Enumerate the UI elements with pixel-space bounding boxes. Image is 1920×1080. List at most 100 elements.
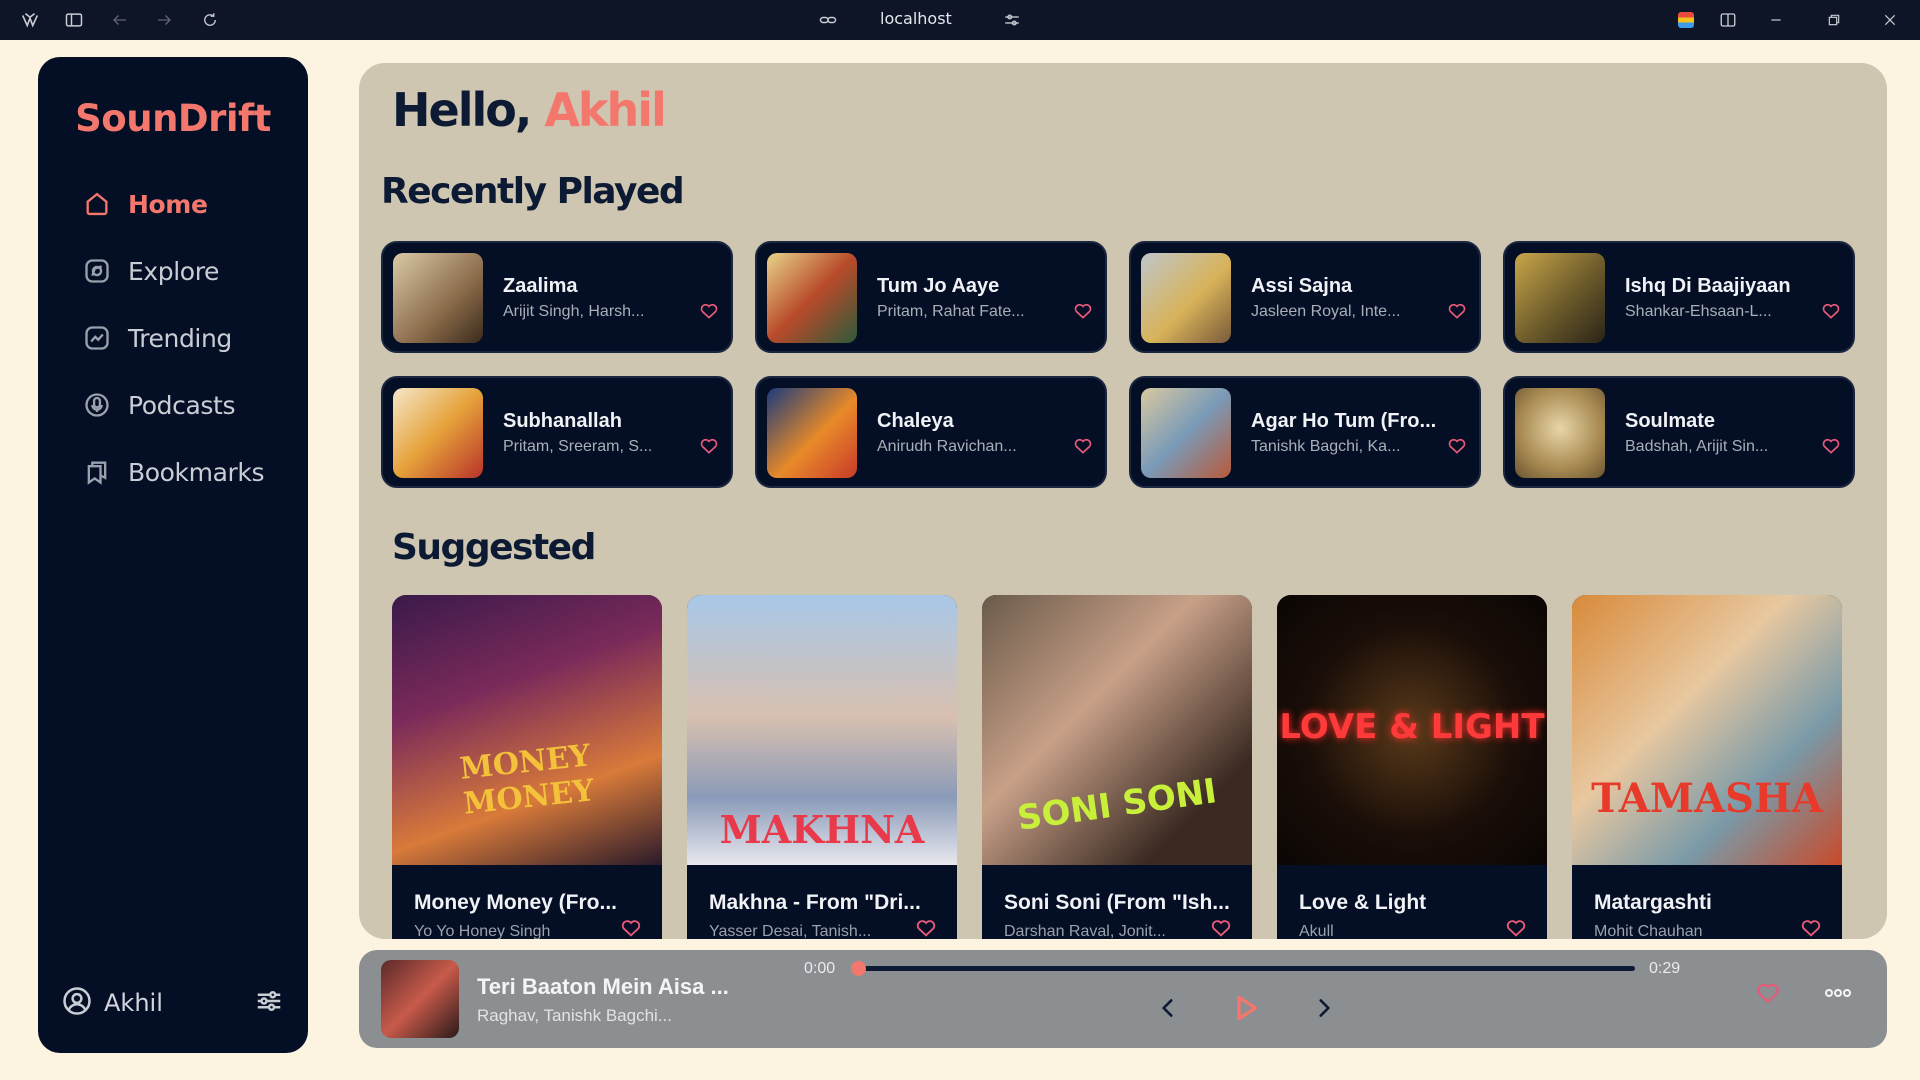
heart-icon[interactable]	[915, 917, 937, 939]
album-art	[767, 253, 857, 343]
user-avatar-icon[interactable]	[62, 986, 92, 1021]
address-bar[interactable]: localhost	[880, 9, 952, 28]
recent-card[interactable]: Tum Jo Aaye Pritam, Rahat Fate...	[755, 241, 1107, 353]
heart-icon[interactable]	[1821, 301, 1841, 326]
album-art: TAMASHA	[1572, 595, 1842, 865]
now-playing-artists: Raghav, Tanishk Bagchi...	[477, 1006, 672, 1025]
song-title: Love & Light	[1299, 891, 1427, 914]
sidebar-toggle-icon[interactable]	[62, 8, 86, 32]
suggested-heading: Suggested	[392, 527, 596, 568]
sidebar-item-label: Bookmarks	[128, 457, 265, 487]
restore-icon[interactable]	[1822, 8, 1846, 32]
recent-card[interactable]: Soulmate Badshah, Arijit Sin...	[1503, 376, 1855, 488]
song-artists: Yo Yo Honey Singh	[414, 923, 551, 939]
suggested-card[interactable]: LOVE & LIGHT Love & Light Akull	[1277, 595, 1547, 939]
compass-icon	[82, 256, 112, 286]
heart-icon[interactable]	[1073, 436, 1093, 461]
greeting-user-name: Akhil	[544, 83, 666, 137]
user-profile[interactable]: Akhil	[62, 983, 284, 1023]
sidebar-item-podcasts[interactable]: Podcasts	[82, 388, 282, 422]
heart-icon[interactable]	[1447, 436, 1467, 461]
recent-card[interactable]: Ishq Di Baajiyaan Shankar-Ehsaan-L...	[1503, 241, 1855, 353]
split-view-icon[interactable]	[1716, 8, 1740, 32]
home-icon	[82, 189, 112, 219]
recent-card[interactable]: Zaalima Arijit Singh, Harsh...	[381, 241, 733, 353]
heart-icon[interactable]	[620, 917, 642, 939]
close-window-icon[interactable]	[1878, 8, 1902, 32]
sidebar-item-label: Trending	[128, 323, 232, 353]
song-artists: Shankar-Ehsaan-L...	[1625, 303, 1772, 320]
browser-logo-icon[interactable]	[18, 8, 42, 32]
sidebar-item-trending[interactable]: Trending	[82, 321, 282, 355]
suggested-card[interactable]: SONI SONI Soni Soni (From "Ish... Darsha…	[982, 595, 1252, 939]
song-artists: Jasleen Royal, Inte...	[1251, 303, 1401, 320]
heart-icon[interactable]	[699, 301, 719, 326]
extension-icon[interactable]	[1674, 8, 1698, 32]
link-icon[interactable]	[816, 8, 840, 32]
sidebar-item-home[interactable]: Home	[82, 187, 282, 221]
song-artists: Badshah, Arijit Sin...	[1625, 438, 1769, 455]
suggested-card[interactable]: TAMASHA Matargashti Mohit Chauhan	[1572, 595, 1842, 939]
song-artists: Anirudh Ravichan...	[877, 438, 1017, 455]
heart-icon[interactable]	[1821, 436, 1841, 461]
site-settings-icon[interactable]	[1000, 8, 1024, 32]
song-title: Soulmate	[1625, 410, 1716, 432]
heart-icon[interactable]	[1505, 917, 1527, 939]
play-button[interactable]	[1228, 990, 1264, 1026]
like-heart-icon[interactable]	[1755, 980, 1781, 1011]
album-art	[767, 388, 857, 478]
sidebar-item-bookmarks[interactable]: Bookmarks	[82, 455, 282, 489]
previous-button[interactable]	[1150, 990, 1186, 1026]
heart-icon[interactable]	[1073, 301, 1093, 326]
heart-icon[interactable]	[1447, 301, 1467, 326]
seek-handle[interactable]	[850, 961, 866, 976]
next-button[interactable]	[1306, 990, 1342, 1026]
album-art-text: MAKHNA	[719, 807, 925, 852]
album-art-text: SONI SONI	[1014, 771, 1220, 839]
song-artists: Pritam, Rahat Fate...	[877, 303, 1025, 320]
album-art: MAKHNA	[687, 595, 957, 865]
song-artists: Mohit Chauhan	[1594, 923, 1703, 939]
suggested-card[interactable]: MONEY MONEY Money Money (Fro... Yo Yo Ho…	[392, 595, 662, 939]
album-art-text: LOVE & LIGHT	[1279, 707, 1545, 747]
greeting-prefix: Hello,	[392, 83, 545, 137]
heart-icon[interactable]	[699, 436, 719, 461]
song-artists: Pritam, Sreeram, S...	[503, 438, 653, 455]
album-art	[1141, 388, 1231, 478]
song-title: Assi Sajna	[1251, 275, 1353, 297]
trending-icon	[82, 323, 112, 353]
heart-icon[interactable]	[1210, 917, 1232, 939]
recent-card[interactable]: Agar Ho Tum (Fro... Tanishk Bagchi, Ka..…	[1129, 376, 1481, 488]
album-art: LOVE & LIGHT	[1277, 595, 1547, 865]
reload-icon[interactable]	[198, 8, 222, 32]
now-playing-art	[381, 960, 459, 1038]
seek-bar[interactable]	[850, 961, 1635, 976]
settings-sliders-icon[interactable]	[254, 986, 284, 1021]
duration: 0:29	[1649, 960, 1681, 977]
song-title: Agar Ho Tum (Fro...	[1251, 410, 1437, 432]
song-title: Makhna - From "Dri...	[709, 891, 921, 914]
forward-icon[interactable]	[152, 8, 176, 32]
back-icon[interactable]	[108, 8, 132, 32]
album-art: SONI SONI	[982, 595, 1252, 865]
suggested-card[interactable]: MAKHNA Makhna - From "Dri... Yasser Desa…	[687, 595, 957, 939]
album-art	[393, 388, 483, 478]
heart-icon[interactable]	[1800, 917, 1822, 939]
sidebar-item-explore[interactable]: Explore	[82, 254, 282, 288]
more-options-icon[interactable]	[1825, 986, 1851, 1004]
app-logo[interactable]: SounDrift	[38, 97, 308, 140]
song-title: Matargashti	[1594, 891, 1712, 914]
album-art	[1141, 253, 1231, 343]
microphone-icon	[82, 390, 112, 420]
recent-card[interactable]: Assi Sajna Jasleen Royal, Inte...	[1129, 241, 1481, 353]
current-time: 0:00	[804, 960, 836, 977]
album-art	[393, 253, 483, 343]
minimize-icon[interactable]	[1764, 8, 1788, 32]
recent-card[interactable]: Subhanallah Pritam, Sreeram, S...	[381, 376, 733, 488]
recent-card[interactable]: Chaleya Anirudh Ravichan...	[755, 376, 1107, 488]
song-title: Tum Jo Aaye	[877, 275, 1000, 297]
song-title: Ishq Di Baajiyaan	[1625, 275, 1791, 297]
sidebar-item-label: Explore	[128, 256, 220, 286]
now-playing-title: Teri Baaton Mein Aisa ...	[477, 974, 729, 999]
song-artists: Yasser Desai, Tanish...	[709, 923, 872, 939]
